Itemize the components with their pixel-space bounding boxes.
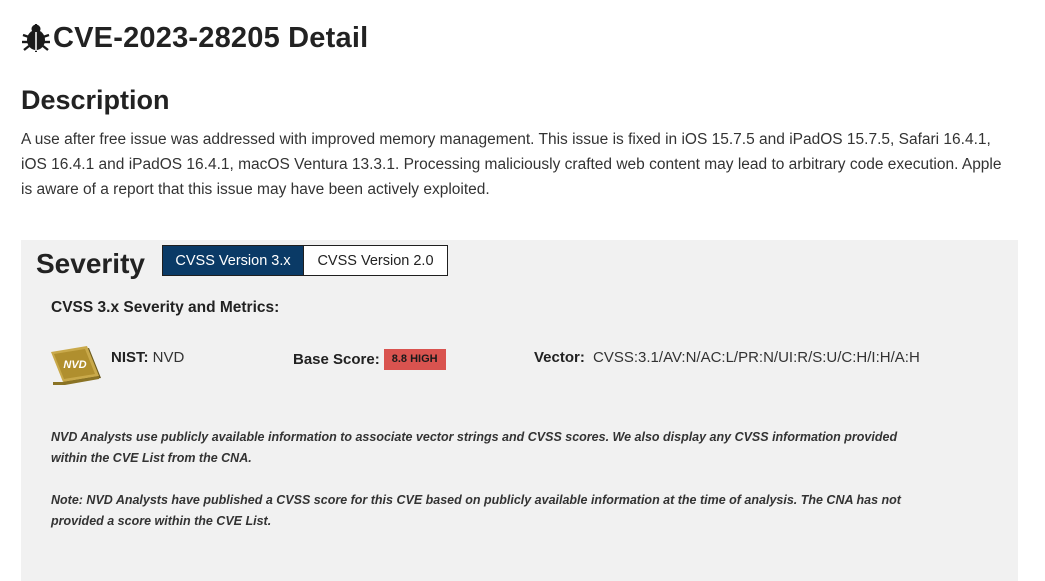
description-text: A use after free issue was addressed wit… (21, 131, 1002, 198)
tab-cvss-3x[interactable]: CVSS Version 3.x (162, 245, 304, 276)
description-heading: Description (21, 85, 170, 115)
base-score: Base Score: 8.8 HIGH (293, 349, 446, 370)
cvss-version-tabs: CVSS Version 3.x CVSS Version 2.0 (162, 245, 448, 276)
nist-label: NIST: (111, 349, 149, 366)
vector-string: Vector: CVSS:3.1/AV:N/AC:L/PR:N/UI:R/S:U… (534, 349, 920, 366)
nvd-logo: NVD (51, 346, 101, 385)
base-score-badge[interactable]: 8.8 HIGH (383, 349, 446, 370)
title-row: CVE-2023-28205 Detail (21, 20, 368, 56)
severity-panel: Severity CVSS Version 3.x CVSS Version 2… (21, 240, 1018, 581)
nvd-logo-text: NVD (63, 359, 86, 371)
page-title: CVE-2023-28205 Detail (53, 21, 369, 54)
bug-icon (22, 24, 50, 52)
nist-value: NVD (152, 349, 185, 366)
severity-heading: Severity (36, 248, 145, 279)
metrics-heading: CVSS 3.x Severity and Metrics: (51, 299, 280, 316)
nist-source: NIST: NVD (111, 349, 184, 366)
vector-label: Vector: (534, 349, 585, 366)
analyst-note: NVD Analysts use publicly available info… (51, 430, 898, 465)
cna-note: Note: NVD Analysts have published a CVSS… (51, 493, 901, 528)
tab-cvss-2[interactable]: CVSS Version 2.0 (304, 245, 448, 276)
vector-value[interactable]: CVSS:3.1/AV:N/AC:L/PR:N/UI:R/S:U/C:H/I:H… (593, 349, 920, 366)
base-score-label: Base Score: (293, 351, 380, 368)
